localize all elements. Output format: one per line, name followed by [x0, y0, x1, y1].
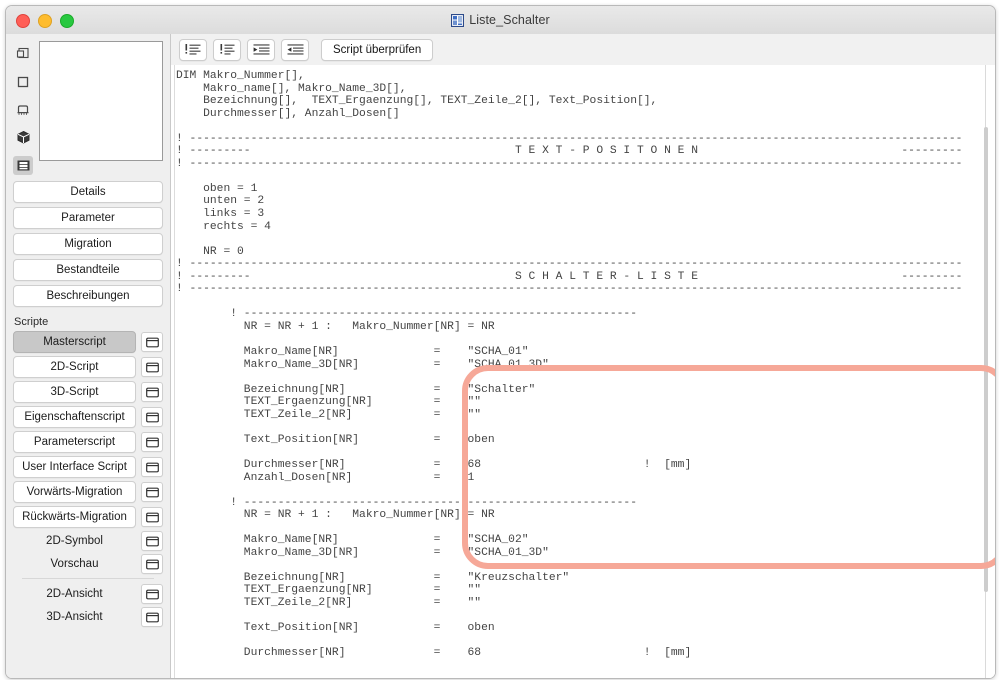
sidebar-item-label: Details [70, 186, 106, 198]
open-window-icon[interactable] [141, 382, 163, 402]
window-title-group: Liste_Schalter [6, 6, 995, 34]
open-window-icon[interactable] [141, 357, 163, 377]
uncomment-lines-icon[interactable] [213, 38, 241, 61]
script-row: Vorwärts-Migration [13, 481, 163, 503]
sidebar-item-label: Beschreibungen [46, 290, 130, 302]
vertical-scrollbar-thumb[interactable] [984, 127, 988, 592]
sidebar-item-parameter[interactable]: Parameter [13, 207, 163, 229]
script-row: Eigenschaftenscript [13, 406, 163, 428]
sidebar: Details Parameter Migration Bestandteile… [6, 34, 171, 678]
view-icon-column [11, 41, 35, 175]
script-row: Parameterscript [13, 431, 163, 453]
open-window-icon[interactable] [141, 407, 163, 427]
app-window-icon [451, 13, 465, 27]
sidebar-divider [22, 578, 154, 579]
script-label: Eigenschaftenscript [24, 411, 125, 423]
check-script-button[interactable]: Script überprüfen [321, 38, 434, 61]
sidebar-button-list: Details Parameter Migration Bestandteile… [6, 175, 170, 307]
script-label: Vorschau [50, 558, 99, 570]
code-editor[interactable]: DIM Makro_Nummer[], Makro_name[], Makro_… [171, 65, 995, 678]
sidebar-item-label: Parameter [61, 212, 115, 224]
window-body: Details Parameter Migration Bestandteile… [6, 34, 995, 678]
sidebar-item-bestandteile[interactable]: Bestandteile [13, 259, 163, 281]
script-label: Parameterscript [33, 436, 116, 448]
sidebar-item-masterscript[interactable]: Masterscript [13, 331, 136, 353]
open-window-icon[interactable] [141, 507, 163, 527]
open-window-icon[interactable] [141, 432, 163, 452]
open-window-icon[interactable] [141, 332, 163, 352]
check-script-label: Script überprüfen [333, 43, 422, 56]
open-window-icon[interactable] [141, 554, 163, 574]
sidebar-item-rueckwaerts-migration[interactable]: Rückwärts-Migration [13, 506, 136, 528]
script-label: User Interface Script [22, 461, 127, 473]
sidebar-item-beschreibungen[interactable]: Beschreibungen [13, 285, 163, 307]
script-row: Rückwärts-Migration [13, 506, 163, 528]
elevation-view-icon[interactable] [13, 100, 33, 119]
open-window-icon[interactable] [141, 482, 163, 502]
script-source-code[interactable]: DIM Makro_Nummer[], Makro_name[], Makro_… [176, 70, 962, 660]
sidebar-item-vorwaerts-migration[interactable]: Vorwärts-Migration [13, 481, 136, 503]
cube-3d-icon[interactable] [13, 128, 33, 147]
sidebar-item-parameterscript[interactable]: Parameterscript [13, 431, 136, 453]
sidebar-preview-area [6, 34, 170, 175]
script-label: Masterscript [43, 336, 106, 348]
script-row: Vorschau [13, 554, 163, 574]
script-row: 2D-Script [13, 356, 163, 378]
comment-lines-icon[interactable] [179, 38, 207, 61]
application-window: Liste_Schalter Details Parameter Migrati… [5, 5, 996, 679]
sidebar-item-eigenschaftenscript[interactable]: Eigenschaftenscript [13, 406, 136, 428]
script-label: 2D-Script [50, 361, 99, 373]
script-row: Masterscript [13, 331, 163, 353]
script-label: 3D-Ansicht [46, 611, 103, 623]
script-row: 2D-Ansicht [13, 584, 163, 604]
script-row: 3D-Ansicht [13, 607, 163, 627]
sidebar-item-2d-ansicht[interactable]: 2D-Ansicht [13, 584, 136, 604]
sidebar-item-3d-ansicht[interactable]: 3D-Ansicht [13, 607, 136, 627]
sidebar-item-2d-symbol[interactable]: 2D-Symbol [13, 531, 136, 551]
script-list: Masterscript 2D-Script 3D-Script Eigensc… [6, 331, 170, 627]
sidebar-item-vorschau[interactable]: Vorschau [13, 554, 136, 574]
script-row: User Interface Script [13, 456, 163, 478]
script-row: 2D-Symbol [13, 531, 163, 551]
sidebar-item-3d-script[interactable]: 3D-Script [13, 381, 136, 403]
indent-increase-icon[interactable] [247, 38, 275, 61]
title-bar: Liste_Schalter [6, 6, 995, 35]
sidebar-item-2d-script[interactable]: 2D-Script [13, 356, 136, 378]
script-label: 3D-Script [50, 386, 99, 398]
script-label: Vorwärts-Migration [26, 486, 123, 498]
editor-toolbar: Script überprüfen [171, 34, 995, 66]
sidebar-item-label: Migration [64, 238, 112, 250]
editor-panel: Script überprüfen DIM Makro_Nummer[], Ma… [171, 34, 995, 678]
preview-pane[interactable] [39, 41, 163, 161]
indent-decrease-icon[interactable] [281, 38, 309, 61]
floorplan-symbol-icon[interactable] [13, 44, 33, 63]
scripts-section-label: Scripte [14, 316, 49, 328]
sidebar-item-label: Bestandteile [56, 264, 120, 276]
editor-gutter [171, 65, 175, 678]
script-row: 3D-Script [13, 381, 163, 403]
script-film-icon[interactable] [13, 156, 33, 175]
square-outline-icon[interactable] [13, 72, 33, 91]
sidebar-item-details[interactable]: Details [13, 181, 163, 203]
script-label: 2D-Ansicht [46, 588, 103, 600]
open-window-icon[interactable] [141, 531, 163, 551]
sidebar-item-migration[interactable]: Migration [13, 233, 163, 255]
window-title: Liste_Schalter [469, 13, 550, 27]
script-label: 2D-Symbol [46, 535, 103, 547]
sidebar-item-user-interface-script[interactable]: User Interface Script [13, 456, 136, 478]
open-window-icon[interactable] [141, 607, 163, 627]
script-label: Rückwärts-Migration [22, 511, 127, 523]
open-window-icon[interactable] [141, 584, 163, 604]
open-window-icon[interactable] [141, 457, 163, 477]
